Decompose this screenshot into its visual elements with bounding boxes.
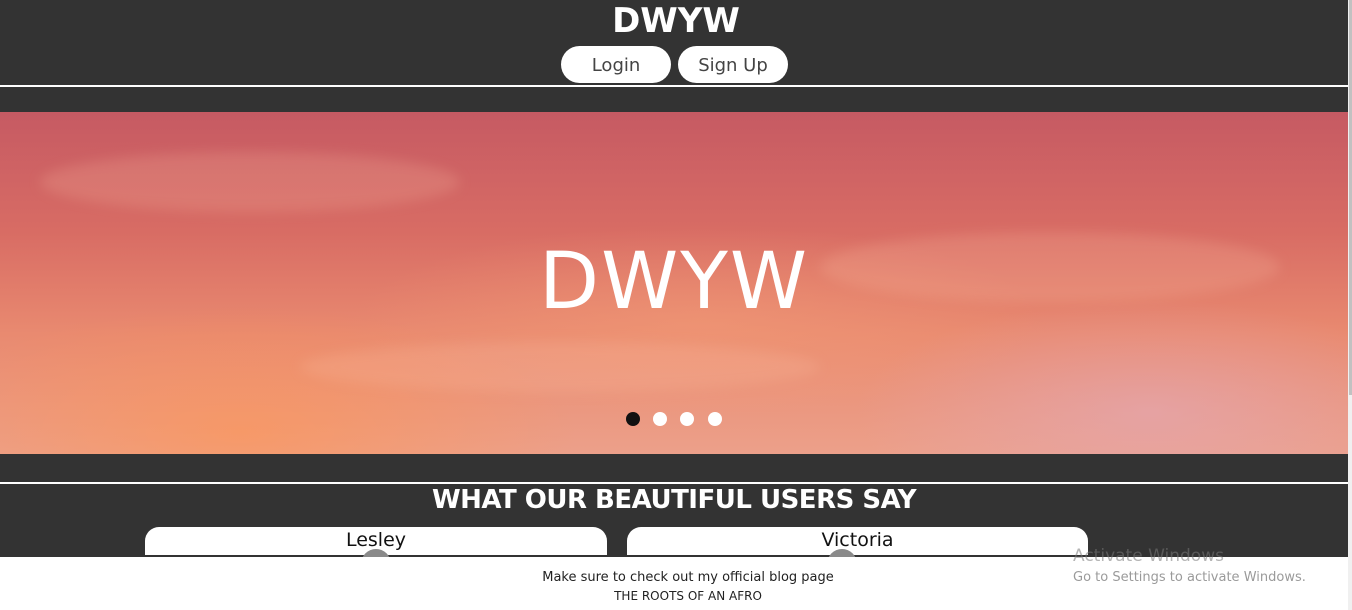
footer-text: Make sure to check out my official blog … [542,570,834,585]
testimonial-name: Victoria [821,529,894,551]
hero-carousel[interactable]: DWYW [0,112,1348,454]
testimonials-heading: WHAT OUR BEAUTIFUL USERS SAY [431,485,917,515]
carousel-dot-2[interactable] [653,412,667,426]
cloud-wisp [300,342,820,392]
hero-title: DWYW [539,237,809,327]
carousel-indicators [626,412,726,426]
login-button[interactable]: Login [561,46,671,83]
auth-buttons: Login Sign Up [561,46,791,83]
cloud-wisp [40,152,460,212]
blog-link[interactable]: THE ROOTS OF AN AFRO [0,588,1352,604]
carousel-dot-4[interactable] [708,412,722,426]
carousel-dot-1[interactable] [626,412,640,426]
site-footer: Make sure to check out my official blog … [0,557,1348,610]
carousel-dot-3[interactable] [680,412,694,426]
site-title[interactable]: DWYW [0,0,1352,42]
page: DWYW Login Sign Up DWYW WHAT OUR BEAUTIF… [0,0,1352,610]
signup-button[interactable]: Sign Up [678,46,788,83]
site-header: DWYW Login Sign Up [0,0,1352,87]
